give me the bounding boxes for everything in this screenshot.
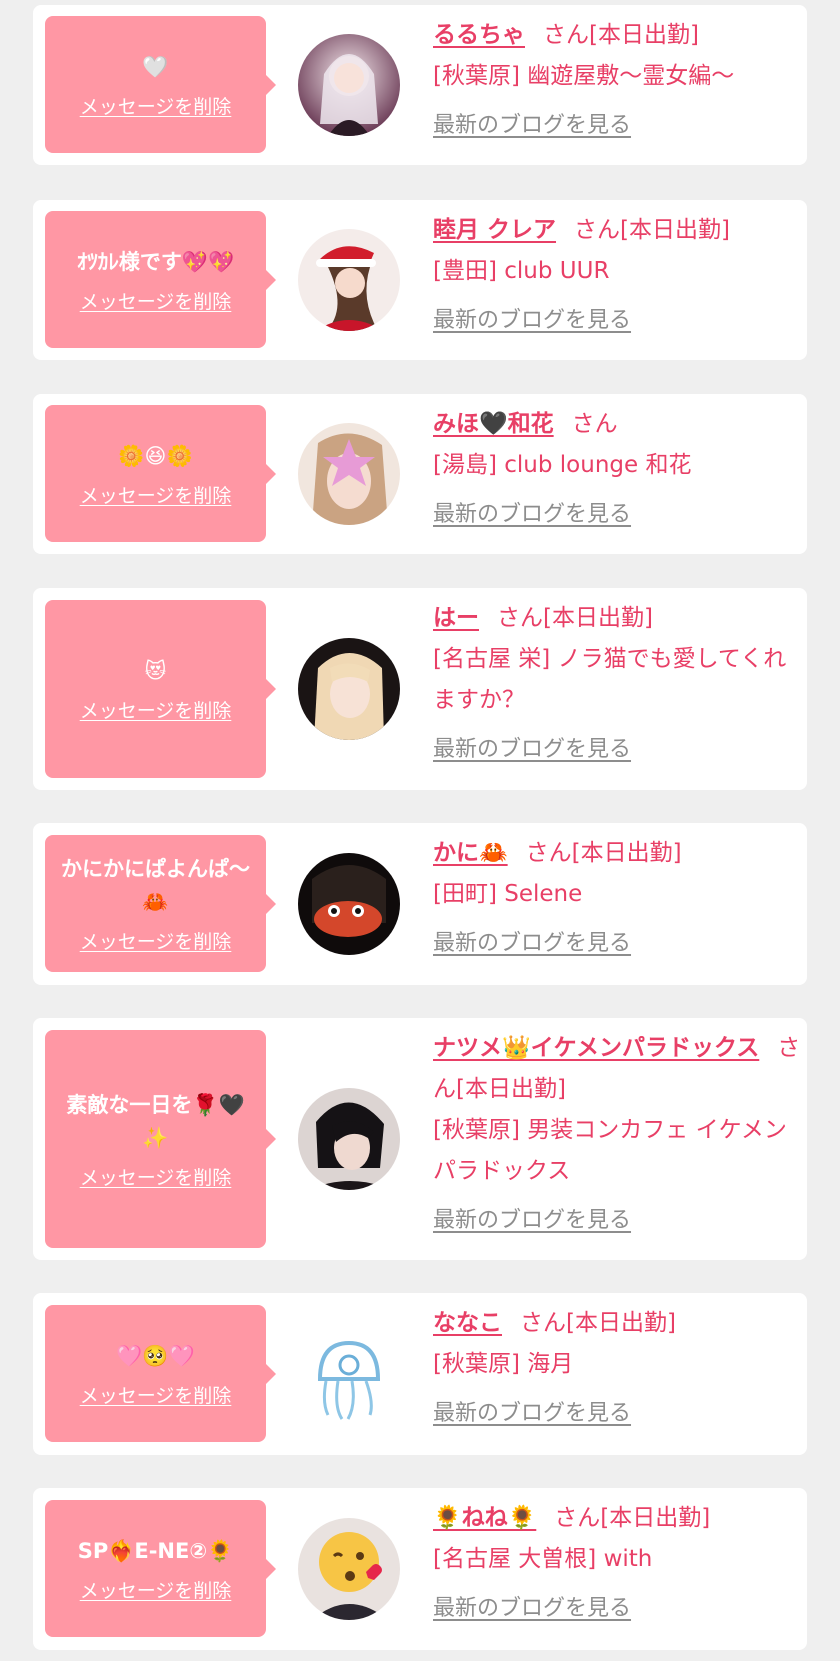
message-text: ｵﾂｶﾚ様です💖💖	[76, 249, 235, 274]
cast-name-link[interactable]: 睦月 クレア	[433, 217, 556, 243]
info-block: るるちゃ さん[本日出勤] [秋葉原] 幽遊屋敷〜霊女編〜 最新のブログを見る	[433, 15, 803, 146]
cast-name-link[interactable]: るるちゃ	[433, 22, 525, 48]
delete-message-link[interactable]: メッセージを削除	[80, 696, 232, 723]
delete-message-link[interactable]: メッセージを削除	[80, 92, 232, 119]
message-text: 🤍	[142, 54, 169, 79]
list-item: SP❤️‍🔥E-NE②🌻 メッセージを削除 🌻ねね🌻 さん[本日出勤] [名古屋 …	[33, 1488, 807, 1650]
delete-message-link[interactable]: メッセージを削除	[80, 481, 232, 508]
list-item: 😻 メッセージを削除 はー さん[本日出勤] [名古屋 栄] ノラ猫でも愛してくれ…	[33, 588, 807, 790]
blog-link[interactable]: 最新のブログを見る	[433, 1200, 631, 1241]
avatar[interactable]	[298, 1323, 400, 1425]
avatar[interactable]	[298, 1088, 400, 1190]
avatar[interactable]	[298, 423, 400, 525]
delete-message-link[interactable]: メッセージを削除	[80, 1381, 232, 1408]
list-item: ｵﾂｶﾚ様です💖💖 メッセージを削除 睦月 クレア さん[本日出勤] [豊田] c…	[33, 200, 807, 360]
list-item: 🩷🥺🩷 メッセージを削除 ななこ さん[本日出勤] [秋葉原] 海月 最新のブログ…	[33, 1293, 807, 1455]
message-bubble: 🌼😆🌼 メッセージを削除	[45, 405, 276, 542]
info-block: ななこ さん[本日出勤] [秋葉原] 海月 最新のブログを見る	[433, 1303, 803, 1434]
message-bubble: 😻 メッセージを削除	[45, 600, 276, 778]
avatar[interactable]	[298, 853, 400, 955]
blog-link[interactable]: 最新のブログを見る	[433, 300, 631, 341]
status-text: さん[本日出勤]	[497, 605, 653, 631]
shop-text: [田町] Selene	[433, 881, 583, 907]
message-text: 🩷🥺🩷	[116, 1343, 195, 1368]
info-block: かに🦀 さん[本日出勤] [田町] Selene 最新のブログを見る	[433, 833, 803, 964]
cast-name-link[interactable]: 🌻ねね🌻	[433, 1505, 536, 1531]
message-text: 🌼😆🌼	[118, 443, 193, 468]
shop-text: [秋葉原] 海月	[433, 1351, 574, 1377]
delete-message-link[interactable]: メッセージを削除	[80, 1163, 232, 1190]
message-bubble: 🤍 メッセージを削除	[45, 16, 276, 153]
message-bubble: かにかにぱよんぱ〜🦀 メッセージを削除	[45, 835, 276, 972]
blog-link[interactable]: 最新のブログを見る	[433, 923, 631, 964]
list-item: 🤍 メッセージを削除 るるちゃ さん[本日出勤] [秋葉原] 幽遊屋敷〜霊女編〜 …	[33, 5, 807, 165]
avatar[interactable]	[298, 34, 400, 136]
blog-link[interactable]: 最新のブログを見る	[433, 1393, 631, 1434]
blog-link[interactable]: 最新のブログを見る	[433, 105, 631, 146]
status-text: さん[本日出勤]	[554, 1505, 711, 1531]
status-text: さん	[571, 411, 618, 437]
avatar[interactable]	[298, 229, 400, 331]
shop-text: [秋葉原] 幽遊屋敷〜霊女編〜	[433, 63, 735, 89]
list-item: 🌼😆🌼 メッセージを削除 みほ🖤和花 さん [湯島] club lounge 和花…	[33, 394, 807, 554]
cast-name-link[interactable]: かに🦀	[433, 840, 508, 866]
cast-name-link[interactable]: ナツメ👑イケメンパラドックス	[433, 1035, 759, 1061]
avatar[interactable]	[298, 1518, 400, 1620]
cast-name-link[interactable]: みほ🖤和花	[433, 411, 554, 437]
status-text: さん[本日出勤]	[574, 217, 730, 243]
blog-link[interactable]: 最新のブログを見る	[433, 494, 631, 535]
message-bubble: 🩷🥺🩷 メッセージを削除	[45, 1305, 276, 1442]
message-bubble: ｵﾂｶﾚ様です💖💖 メッセージを削除	[45, 211, 276, 348]
status-text: さん[本日出勤]	[520, 1310, 676, 1336]
message-text: 素敵な一日を🌹🖤✨	[66, 1092, 245, 1150]
status-text: さん[本日出勤]	[543, 22, 699, 48]
message-bubble: 素敵な一日を🌹🖤✨ メッセージを削除	[45, 1030, 276, 1248]
blog-link[interactable]: 最新のブログを見る	[433, 729, 631, 770]
delete-message-link[interactable]: メッセージを削除	[80, 287, 232, 314]
message-text: SP❤️‍🔥E-NE②🌻	[77, 1538, 234, 1563]
message-bubble: SP❤️‍🔥E-NE②🌻 メッセージを削除	[45, 1500, 276, 1637]
info-block: みほ🖤和花 さん [湯島] club lounge 和花 最新のブログを見る	[433, 404, 803, 535]
avatar[interactable]	[298, 638, 400, 740]
blog-link[interactable]: 最新のブログを見る	[433, 1588, 631, 1629]
cast-name-link[interactable]: ななこ	[433, 1310, 502, 1336]
status-text: さん[本日出勤]	[525, 840, 682, 866]
info-block: 睦月 クレア さん[本日出勤] [豊田] club UUR 最新のブログを見る	[433, 210, 803, 341]
info-block: はー さん[本日出勤] [名古屋 栄] ノラ猫でも愛してくれますか？ 最新のブログ…	[433, 598, 803, 770]
shop-text: [湯島] club lounge 和花	[433, 452, 692, 478]
delete-message-link[interactable]: メッセージを削除	[80, 1576, 232, 1603]
info-block: 🌻ねね🌻 さん[本日出勤] [名古屋 大曽根] with 最新のブログを見る	[433, 1498, 803, 1629]
shop-text: [豊田] club UUR	[433, 258, 610, 284]
message-text: かにかにぱよんぱ〜🦀	[61, 857, 250, 914]
shop-text: [秋葉原] 男装コンカフェ イケメンパラドックス	[433, 1117, 787, 1184]
list-item: かにかにぱよんぱ〜🦀 メッセージを削除 かに🦀 さん[本日出勤] [田町] Sel…	[33, 823, 807, 985]
list-item: 素敵な一日を🌹🖤✨ メッセージを削除 ナツメ👑イケメンパラドックス さん[本日出勤…	[33, 1018, 807, 1260]
message-text: 😻	[144, 659, 167, 683]
delete-message-link[interactable]: メッセージを削除	[80, 927, 232, 954]
cast-name-link[interactable]: はー	[433, 605, 479, 631]
shop-text: [名古屋 栄] ノラ猫でも愛してくれますか？	[433, 646, 787, 713]
shop-text: [名古屋 大曽根] with	[433, 1546, 653, 1572]
info-block: ナツメ👑イケメンパラドックス さん[本日出勤] [秋葉原] 男装コンカフェ イケメ…	[433, 1028, 803, 1241]
